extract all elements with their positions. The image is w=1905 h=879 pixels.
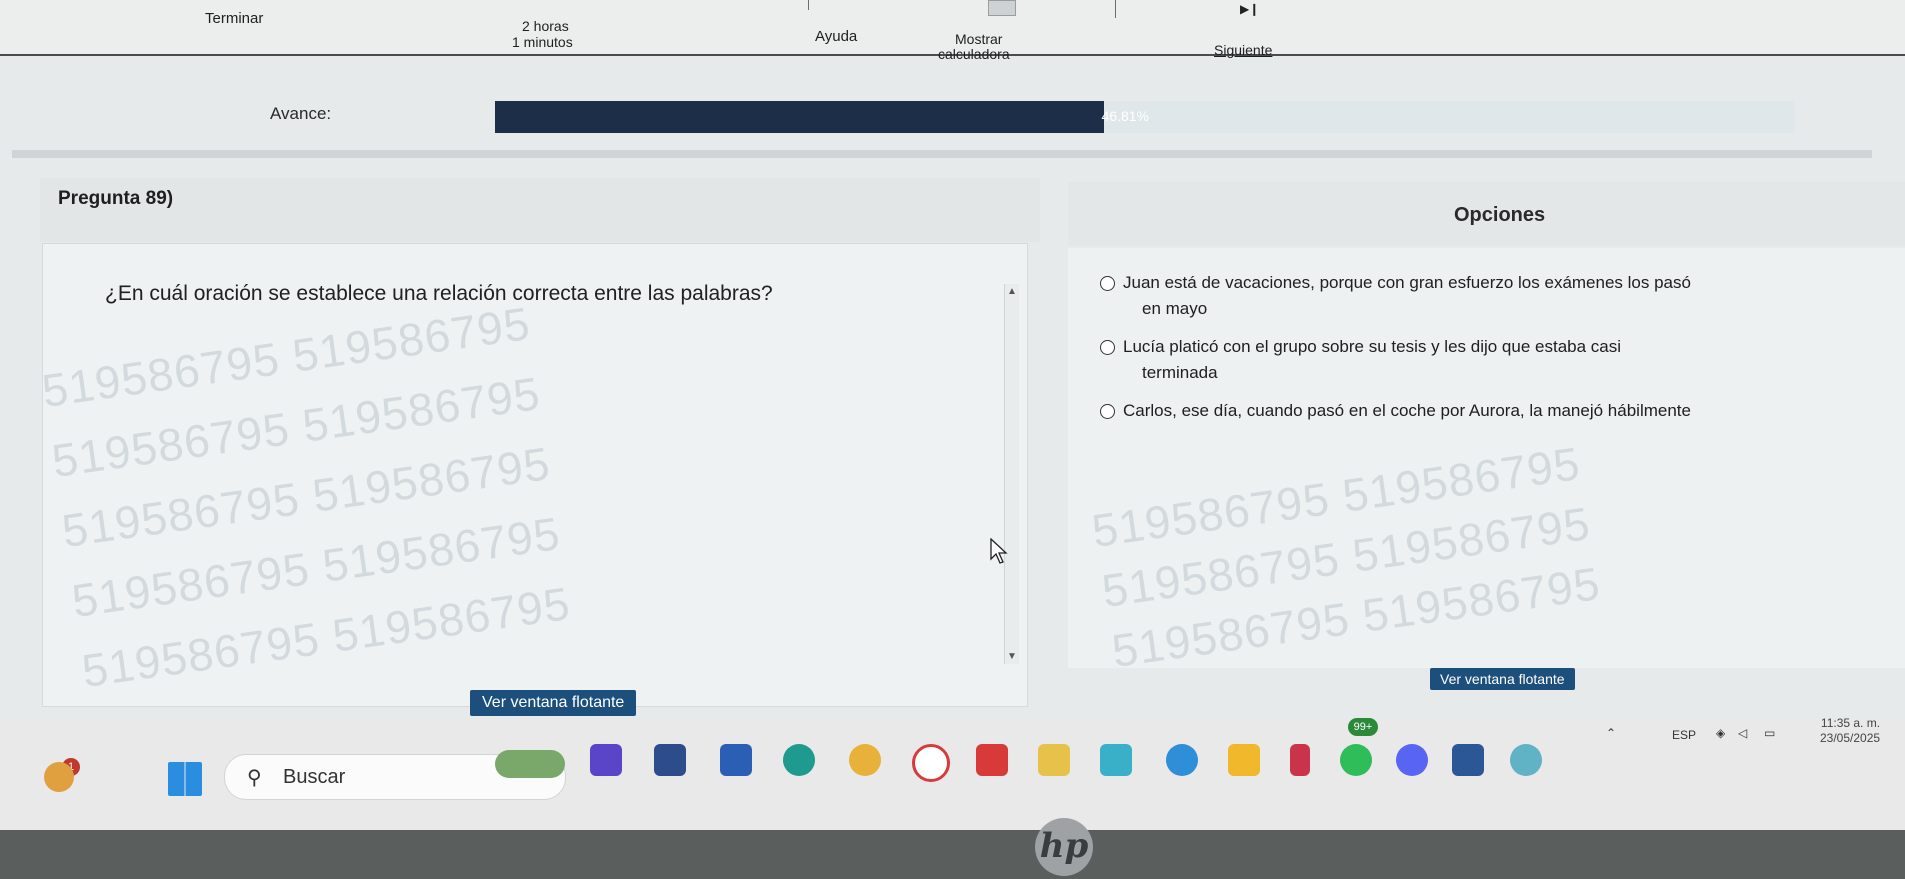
option-3[interactable]: Carlos, ese día, cuando pasó en el coche… <box>1100 398 1840 424</box>
time-hours: 2 horas <box>522 18 569 34</box>
dev-app-icon[interactable] <box>590 744 622 776</box>
hp-logo: hp <box>1035 818 1093 876</box>
float-window-button[interactable]: Ver ventana flotante <box>470 690 637 716</box>
option-2[interactable]: Lucía platicó con el grupo sobre su tesi… <box>1100 334 1840 386</box>
divider <box>808 0 809 10</box>
question-text: ¿En cuál oración se establece una relaci… <box>105 282 773 305</box>
options-float-window-button[interactable]: Ver ventana flotante <box>1430 668 1575 690</box>
discord-icon[interactable] <box>1396 744 1428 776</box>
widgets-icon[interactable] <box>44 762 74 792</box>
opera-icon[interactable] <box>912 744 950 782</box>
media-icon[interactable] <box>1290 744 1310 776</box>
scroll-up-icon[interactable]: ▲ <box>1007 286 1017 297</box>
mostrar-calculadora-line1[interactable]: Mostrar <box>955 31 1002 47</box>
scroll-down-icon[interactable]: ▼ <box>1007 651 1017 662</box>
folder-icon[interactable] <box>1228 744 1260 776</box>
chevron-up-icon[interactable]: ⌃ <box>1606 726 1616 740</box>
question-scrollbar[interactable]: ▲ ▼ <box>1004 284 1019 664</box>
wifi-icon[interactable]: ◈ <box>1716 726 1725 740</box>
search-placeholder: Buscar <box>283 766 346 788</box>
exam-topbar: Terminar 2 horas 1 minutos Ayuda Mostrar… <box>0 0 1905 62</box>
screen: Terminar 2 horas 1 minutos Ayuda Mostrar… <box>0 0 1905 830</box>
skip-next-icon[interactable]: ▶❙ <box>1240 2 1259 16</box>
vpn-icon[interactable] <box>1510 744 1542 776</box>
question-panel: ¿En cuál oración se establece una relaci… <box>42 243 1028 707</box>
progress-label: Avance: <box>270 104 332 123</box>
clock-date: 23/05/2025 <box>1820 731 1881 745</box>
radio-button[interactable] <box>1100 276 1115 292</box>
calc-icon[interactable] <box>1038 744 1070 776</box>
option-1-text-cont: en mayo <box>1142 299 1208 318</box>
progress-bar: 46.81% <box>495 101 1795 133</box>
word-icon[interactable] <box>1452 744 1484 776</box>
chat-icon[interactable] <box>783 744 815 776</box>
battery-icon[interactable]: ▭ <box>1764 726 1775 740</box>
chrome-icon[interactable] <box>849 744 881 776</box>
volume-icon[interactable]: ◁ <box>1738 726 1747 740</box>
language-indicator[interactable]: ESP <box>1672 728 1696 742</box>
time-minutes: 1 minutos <box>512 34 573 50</box>
mouse-cursor-icon <box>990 538 1008 564</box>
options-header: Opciones <box>1068 182 1905 246</box>
question-number: Pregunta 89) <box>58 188 174 209</box>
video-icon[interactable] <box>720 744 752 776</box>
terminar-button[interactable]: Terminar <box>205 10 263 27</box>
clock-time: 11:35 a. m. <box>1820 716 1881 730</box>
mostrar-calculadora-line2[interactable]: calculadora <box>938 46 1010 62</box>
option-3-text: Carlos, ese día, cuando pasó en el coche… <box>1123 401 1691 420</box>
progress-value: 46.81% <box>1101 108 1149 124</box>
divider <box>1115 0 1116 18</box>
option-2-text-cont: terminada <box>1142 363 1218 382</box>
radio-button[interactable] <box>1100 404 1115 420</box>
calculator-icon[interactable] <box>988 0 1016 16</box>
store-icon[interactable] <box>1100 744 1132 776</box>
radio-button[interactable] <box>1100 340 1115 356</box>
option-2-text: Lucía platicó con el grupo sobre su tesi… <box>1123 337 1622 356</box>
whatsapp-icon[interactable] <box>1340 744 1372 776</box>
ayuda-button[interactable]: Ayuda <box>815 28 857 45</box>
windows-start-icon[interactable] <box>168 762 202 796</box>
option-1[interactable]: Juan está de vacaciones, porque con gran… <box>1100 270 1840 322</box>
options-title: Opciones <box>1454 204 1546 226</box>
question-header: Pregunta 89) <box>40 178 1040 242</box>
file-icon[interactable] <box>654 744 686 776</box>
option-1-text: Juan está de vacaciones, porque con gran… <box>1123 273 1691 292</box>
siguiente-link[interactable]: Siguiente <box>1214 42 1272 58</box>
clock[interactable]: 11:35 a. m. 23/05/2025 <box>1820 716 1880 746</box>
edge-icon[interactable] <box>1166 744 1198 776</box>
divider-band <box>12 150 1872 158</box>
search-icon: ⚲ <box>247 767 262 789</box>
options-scrollbar[interactable] <box>1888 270 1902 600</box>
youtube-icon[interactable] <box>976 744 1008 776</box>
message-count-badge: 99+ <box>1348 718 1378 736</box>
turtle-app-icon[interactable] <box>495 750 565 778</box>
